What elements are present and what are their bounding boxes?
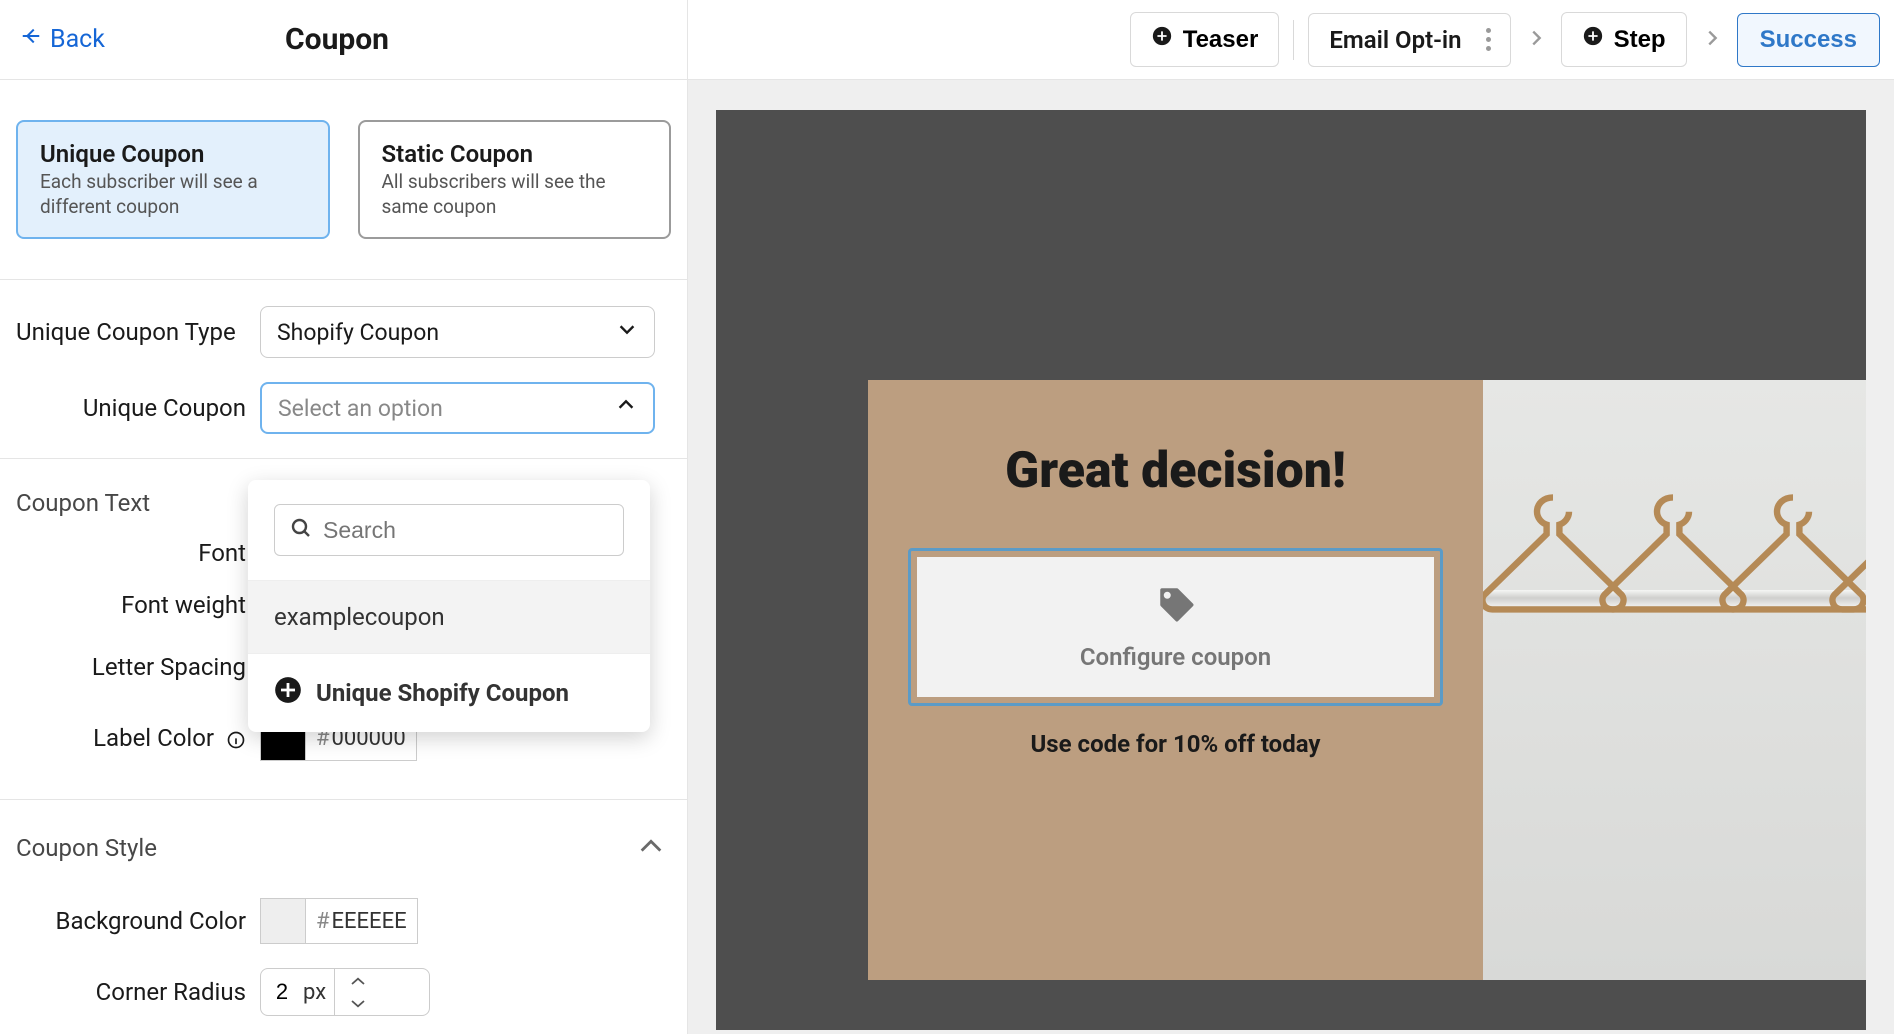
popup-subtitle: Use code for 10% off today [908, 730, 1443, 758]
top-header: Back Coupon Teaser Email Opt-in Step [0, 0, 1894, 80]
select-placeholder: Select an option [278, 395, 443, 422]
label-color-text: Label Color [93, 724, 214, 752]
arrow-left-icon [20, 25, 42, 54]
card-title: Unique Coupon [40, 140, 306, 168]
popup: Great decision! Configure coupon Use cod… [868, 380, 1866, 980]
card-subtitle: All subscribers will see the same coupon [382, 170, 648, 219]
sidebar: Unique Coupon Each subscriber will see a… [0, 80, 688, 1034]
unique-coupon-select[interactable]: Select an option [260, 382, 655, 434]
corner-radius-input[interactable]: px [260, 968, 430, 1016]
chevron-up-icon [637, 836, 665, 860]
email-optin-step[interactable]: Email Opt-in [1308, 13, 1510, 67]
header-left: Back Coupon [0, 0, 688, 79]
bg-color-label: Background Color [16, 907, 246, 935]
hash-symbol: # [316, 909, 330, 934]
back-label: Back [50, 25, 105, 54]
letter-spacing-label: Letter Spacing [16, 653, 246, 681]
unique-coupon-dropdown: examplecoupon Unique Shopify Coupon [248, 480, 650, 732]
coupon-element[interactable]: Configure coupon [908, 548, 1443, 706]
label-color-label: Label Color [16, 724, 246, 752]
popup-image [1483, 380, 1866, 980]
success-label: Success [1760, 26, 1857, 53]
corner-radius-label: Corner Radius [16, 978, 246, 1006]
bg-color-row: Background Color # EEEEEE [0, 886, 687, 956]
plus-circle-icon [1151, 25, 1173, 54]
unique-coupon-type-label: Unique Coupon Type [16, 316, 246, 348]
unique-coupon-card[interactable]: Unique Coupon Each subscriber will see a… [16, 120, 330, 239]
info-icon[interactable] [220, 724, 246, 752]
unique-coupon-row: Unique Coupon Select an option [0, 370, 687, 446]
coupon-style-section-header[interactable]: Coupon Style [0, 799, 687, 886]
stepper-down[interactable] [335, 992, 380, 1015]
card-subtitle: Each subscriber will see a different cou… [40, 170, 306, 219]
font-weight-label: Font weight [16, 591, 246, 619]
corner-radius-unit: px [303, 980, 334, 1005]
corner-radius-value[interactable] [261, 979, 303, 1005]
dropdown-add-shopify-coupon[interactable]: Unique Shopify Coupon [248, 653, 650, 732]
chevron-right-icon [1525, 27, 1547, 53]
preview-canvas: Great decision! Configure coupon Use cod… [716, 110, 1866, 1030]
font-label: Font [16, 539, 246, 567]
dropdown-search-input[interactable] [323, 517, 619, 544]
success-step-button[interactable]: Success [1737, 13, 1880, 67]
unique-coupon-field: Select an option [260, 382, 671, 434]
divider [1293, 20, 1294, 60]
unique-coupon-label: Unique Coupon [16, 394, 246, 422]
dropdown-search-wrap [248, 480, 650, 580]
popup-title: Great decision! [908, 442, 1443, 500]
color-hex[interactable]: # EEEEEE [306, 898, 418, 944]
corner-radius-row: Corner Radius px [0, 956, 687, 1028]
unique-coupon-type-select[interactable]: Shopify Coupon [260, 306, 655, 358]
chevron-right-icon [1701, 27, 1723, 53]
card-title: Static Coupon [382, 140, 648, 168]
page-title: Coupon [285, 22, 389, 57]
header-right: Teaser Email Opt-in Step Success [688, 12, 1894, 67]
email-optin-menu[interactable] [1480, 28, 1498, 51]
popup-content: Great decision! Configure coupon Use cod… [868, 380, 1483, 980]
main: Unique Coupon Each subscriber will see a… [0, 80, 1894, 1034]
tag-icon [1155, 583, 1197, 629]
option-label: examplecoupon [274, 603, 445, 631]
email-optin-label: Email Opt-in [1329, 26, 1461, 54]
back-button[interactable]: Back [20, 25, 105, 54]
bg-color-input[interactable]: # EEEEEE [260, 898, 671, 944]
dropdown-search[interactable] [274, 504, 624, 556]
search-icon [289, 516, 313, 544]
teaser-step-button[interactable]: Teaser [1130, 12, 1280, 67]
step-label: Step [1614, 26, 1666, 54]
static-coupon-card[interactable]: Static Coupon All subscribers will see t… [358, 120, 672, 239]
dropdown-option-examplecoupon[interactable]: examplecoupon [248, 580, 650, 653]
coupon-text: Configure coupon [1080, 643, 1271, 671]
hanger-icon [1823, 475, 1866, 635]
coupon-type-cards: Unique Coupon Each subscriber will see a… [0, 80, 687, 280]
add-step-button[interactable]: Step [1561, 12, 1687, 67]
bg-color-field: # EEEEEE [260, 898, 671, 944]
chevron-down-icon [616, 318, 638, 346]
coupon-inner: Configure coupon [917, 557, 1434, 697]
unique-coupon-type-field: Shopify Coupon [260, 306, 671, 358]
color-swatch[interactable] [260, 898, 306, 944]
corner-radius-stepper [334, 969, 380, 1015]
select-value: Shopify Coupon [277, 319, 439, 346]
preview-pane: Great decision! Configure coupon Use cod… [688, 80, 1894, 1034]
unique-coupon-type-row: Unique Coupon Type Shopify Coupon [0, 280, 687, 370]
teaser-label: Teaser [1183, 26, 1259, 54]
stepper-up[interactable] [335, 969, 380, 992]
plus-circle-icon [274, 676, 302, 710]
chevron-up-icon [615, 394, 637, 422]
add-option-label: Unique Shopify Coupon [316, 679, 569, 707]
corner-radius-field: px [260, 968, 671, 1016]
color-value: EEEEEE [332, 909, 407, 934]
coupon-style-title: Coupon Style [16, 834, 157, 862]
plus-circle-icon [1582, 25, 1604, 54]
